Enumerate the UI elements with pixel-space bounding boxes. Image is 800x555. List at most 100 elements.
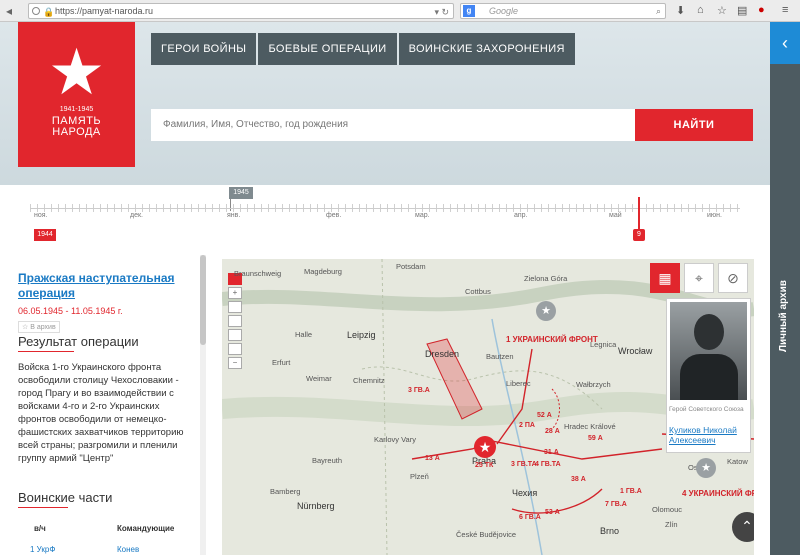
browser-search-input[interactable]: g Google ⌕: [460, 3, 666, 19]
nav-operations[interactable]: БОЕВЫЕ ОПЕРАЦИИ: [258, 33, 397, 65]
operation-panel: Пражская наступательная операция 06.05.1…: [0, 245, 210, 555]
home-icon[interactable]: ⌂: [697, 4, 704, 16]
praha-star-icon[interactable]: ★: [474, 436, 496, 458]
find-button[interactable]: НАЙТИ: [635, 109, 753, 141]
globe-icon: [32, 7, 40, 15]
timeline-axis: [30, 208, 740, 209]
timeline-start-badge[interactable]: 1944: [34, 229, 56, 241]
operation-title[interactable]: Пражская наступательная операция: [18, 271, 198, 301]
front-label: 4 УКРАИНСКИЙ ФРОНТ: [682, 489, 754, 498]
personal-archive-label[interactable]: Личный архив: [778, 280, 789, 352]
person-search-input[interactable]: Фамилия, Имя, Отчество, год рождения: [151, 109, 635, 141]
hero-name-link[interactable]: Куликов Николай Алексеевич: [669, 425, 750, 445]
map-city-label: Bayreuth: [312, 456, 343, 465]
lock-icon: 🔒: [43, 7, 55, 17]
result-text: Войска 1-го Украинского фронта освободил…: [18, 362, 184, 464]
map-city-label: Hradec Králové: [564, 422, 616, 431]
timeline-month: дек.: [130, 212, 143, 219]
map-city-label: Olomouc: [652, 505, 683, 514]
star-icon: ★: [47, 36, 106, 108]
site-header: ★ 1941-1945 ПАМЯТЬ НАРОДА ГЕРОИ ВОЙНЫ БО…: [0, 22, 770, 185]
url-text: https://pamyat-naroda.ru: [55, 6, 154, 16]
hero-photo-body: [680, 354, 738, 400]
zoom-out-button[interactable]: −: [228, 357, 242, 369]
back-icon[interactable]: ◂: [6, 4, 12, 18]
timeline-month: ноя.: [34, 212, 48, 219]
personal-archive-panel[interactable]: ‹ Личный архив: [770, 22, 800, 555]
offensive-arrow: [496, 348, 533, 445]
map-city-label: Dresden: [425, 349, 460, 359]
map-city-label: Bautzen: [486, 352, 514, 361]
map-city-label: Chemnitz: [353, 376, 385, 385]
timeline-day-badge[interactable]: 9: [633, 229, 645, 241]
bookmarks-icon[interactable]: ☆: [717, 4, 727, 17]
hero-card[interactable]: Герой Советского Союза Куликов Николай А…: [666, 298, 751, 453]
logo-years: 1941-1945: [59, 106, 94, 113]
offensive-arrow: [481, 438, 663, 460]
memorial-pin-icon[interactable]: ★: [536, 301, 556, 321]
commander-link[interactable]: Конев: [117, 545, 139, 554]
army-label: 25 ТК: [475, 462, 494, 469]
download-icon[interactable]: ⬇: [676, 4, 685, 17]
map-city-label: Potsdam: [396, 262, 426, 271]
logo-name-2: НАРОДА: [52, 126, 101, 138]
operation-map[interactable]: + − ▦ ⌖ ⊘ Potsdam Braunschweig Magdeburg…: [222, 259, 754, 555]
map-city-label: Wałbrzych: [576, 380, 611, 389]
map-city-label: Katow: [727, 457, 748, 466]
operation-dates: 06.05.1945 - 11.05.1945 г.: [18, 306, 123, 316]
army-label: 6 ГВ.А: [519, 514, 541, 521]
main-nav: ГЕРОИ ВОЙНЫ БОЕВЫЕ ОПЕРАЦИИ ВОИНСКИЕ ЗАХ…: [151, 33, 577, 65]
army-label: 53 А: [545, 509, 560, 516]
map-city-label: Leipzig: [347, 330, 376, 340]
map-tools: ▦ ⌖ ⊘: [650, 263, 752, 293]
zoom-level[interactable]: [228, 329, 242, 341]
map-icon[interactable]: ▦: [650, 263, 680, 293]
map-city-label: Braunschweig: [234, 269, 282, 278]
add-to-archive-button[interactable]: ☆ В архив: [18, 321, 60, 333]
zoom-level[interactable]: [228, 315, 242, 327]
map-city-label: Erfurt: [272, 358, 291, 367]
google-icon: g: [463, 5, 475, 17]
zoom-level[interactable]: [228, 301, 242, 313]
map-city-label: Weimar: [306, 374, 332, 383]
map-city-label: Bamberg: [270, 487, 301, 496]
timeline-marker[interactable]: [638, 197, 640, 231]
nav-burials[interactable]: ВОИНСКИЕ ЗАХОРОНЕНИЯ: [398, 33, 575, 65]
nav-heroes[interactable]: ГЕРОИ ВОЙНЫ: [151, 33, 257, 65]
army-label: 3 ГВ.ТА: [511, 461, 537, 468]
map-city-label: Karlovy Vary: [374, 435, 416, 444]
panel-scrollbar[interactable]: [200, 255, 206, 555]
zoom-in-button[interactable]: +: [228, 287, 242, 299]
address-bar[interactable]: 🔒 https://pamyat-naroda.ru ▾ ↻: [28, 3, 454, 19]
scrollbar-thumb[interactable]: [200, 255, 206, 345]
army-label: 38 А: [571, 476, 586, 483]
zoom-control: + −: [228, 273, 242, 371]
unit-link[interactable]: 1 УкрФ: [30, 545, 55, 554]
search-icon[interactable]: ⌕: [656, 4, 661, 18]
pin-icon[interactable]: ⌖: [684, 263, 714, 293]
hero-title: Герой Советского Союза: [669, 406, 744, 413]
map-city-label: Halle: [295, 330, 313, 339]
reload-icon[interactable]: ▾ ↻: [434, 5, 449, 19]
timeline-month: июн.: [707, 212, 722, 219]
reader-icon[interactable]: ▤: [737, 4, 747, 17]
menu-icon[interactable]: ≡: [782, 4, 788, 16]
browser-toolbar: ◂ 🔒 https://pamyat-naroda.ru ▾ ↻ g Googl…: [0, 0, 800, 22]
timeline[interactable]: 1945 ноя. дек. янв. фев. мар. апр. май и…: [0, 185, 770, 245]
map-city-label: Zlín: [665, 520, 678, 529]
map-city-label: Nürnberg: [297, 501, 335, 511]
hero-photo[interactable]: [670, 302, 747, 400]
addon-icon[interactable]: ●: [758, 4, 765, 16]
front-label: 1 УКРАИНСКИЙ ФРОНТ: [506, 335, 598, 344]
chevron-left-icon[interactable]: ‹: [770, 22, 800, 64]
no-pin-icon[interactable]: ⊘: [718, 263, 748, 293]
heading-underline: [18, 507, 68, 508]
army-label: 31 А: [544, 449, 559, 456]
army-label: 13 А: [425, 455, 440, 462]
scroll-top-button[interactable]: ⌃: [732, 512, 754, 542]
map-city-label: Cottbus: [465, 287, 491, 296]
units-heading: Воинские части: [18, 490, 113, 505]
site-logo[interactable]: ★ 1941-1945 ПАМЯТЬ НАРОДА: [18, 22, 135, 167]
zoom-level[interactable]: [228, 343, 242, 355]
memorial-pin-icon[interactable]: ★: [696, 458, 716, 478]
